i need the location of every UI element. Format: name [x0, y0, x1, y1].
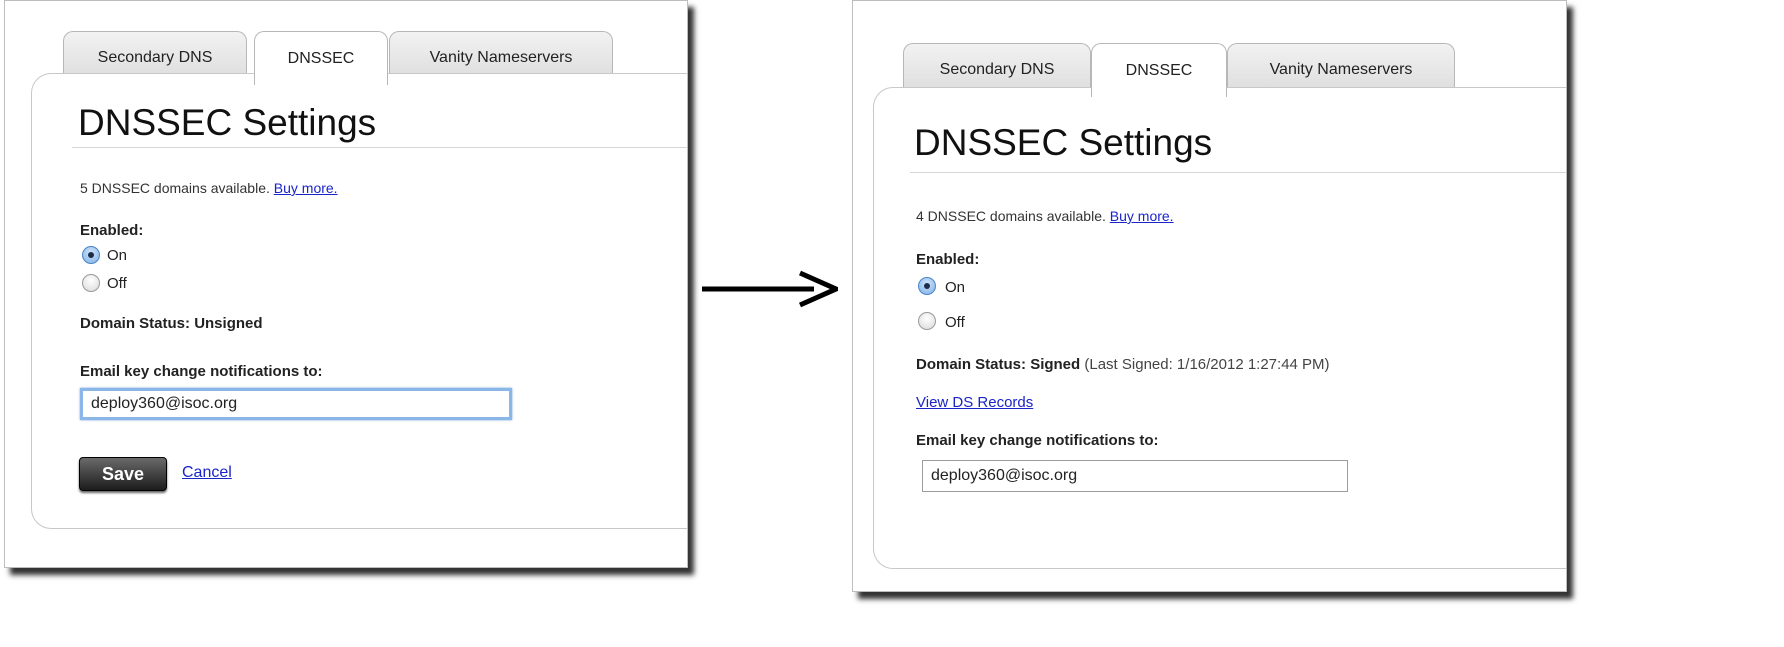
right-arrow-icon — [702, 270, 838, 308]
domain-status: Domain Status: Unsigned — [80, 315, 263, 332]
title-divider — [910, 172, 1566, 173]
email-label: Email key change notifications to: — [916, 432, 1159, 449]
radio-off[interactable] — [918, 312, 936, 330]
radio-on-label: On — [945, 279, 966, 296]
domain-status-value: Unsigned — [194, 315, 263, 332]
after-screenshot: Secondary DNS DNSSEC Vanity Nameservers … — [852, 0, 1567, 592]
enabled-label: Enabled: — [80, 222, 144, 239]
domains-available-count: 5 DNSSEC domains available. — [80, 180, 270, 196]
domains-available-count: 4 DNSSEC domains available. — [916, 208, 1106, 224]
buy-more-link[interactable]: Buy more. — [1110, 208, 1174, 224]
tab-dnssec[interactable]: DNSSEC — [254, 31, 388, 85]
save-button[interactable]: Save — [79, 457, 167, 491]
domain-status-label: Domain Status: — [916, 356, 1027, 373]
page-title: DNSSEC Settings — [914, 122, 1213, 163]
domain-status-value: Signed — [1030, 356, 1081, 373]
radio-off-label: Off — [107, 275, 127, 292]
radio-off[interactable] — [82, 274, 100, 292]
title-divider — [72, 147, 687, 148]
tab-dnssec[interactable]: DNSSEC — [1091, 43, 1227, 97]
view-ds-records-link[interactable]: View DS Records — [916, 394, 1033, 411]
email-input[interactable] — [80, 388, 512, 420]
domain-status: Domain Status: Signed (Last Signed: 1/16… — [916, 356, 1330, 373]
settings-panel: DNSSEC Settings 5 DNSSEC domains availab… — [31, 73, 687, 529]
page-title: DNSSEC Settings — [78, 102, 377, 143]
domain-status-label: Domain Status: — [80, 315, 191, 332]
last-signed-text: (Last Signed: 1/16/2012 1:27:44 PM) — [1084, 356, 1330, 373]
email-input[interactable] — [922, 460, 1348, 492]
radio-on[interactable] — [918, 277, 936, 295]
cancel-link[interactable]: Cancel — [182, 464, 232, 482]
domains-available-text: 5 DNSSEC domains available. Buy more. — [80, 180, 338, 196]
before-screenshot: Secondary DNS DNSSEC Vanity Nameservers … — [4, 0, 688, 568]
radio-off-label: Off — [945, 314, 965, 331]
domains-available-text: 4 DNSSEC domains available. Buy more. — [916, 208, 1174, 224]
radio-on-label: On — [107, 247, 128, 264]
radio-on[interactable] — [82, 246, 100, 264]
settings-panel: DNSSEC Settings 4 DNSSEC domains availab… — [873, 87, 1566, 569]
enabled-label: Enabled: — [916, 251, 980, 268]
buy-more-link[interactable]: Buy more. — [274, 180, 338, 196]
email-label: Email key change notifications to: — [80, 363, 323, 380]
